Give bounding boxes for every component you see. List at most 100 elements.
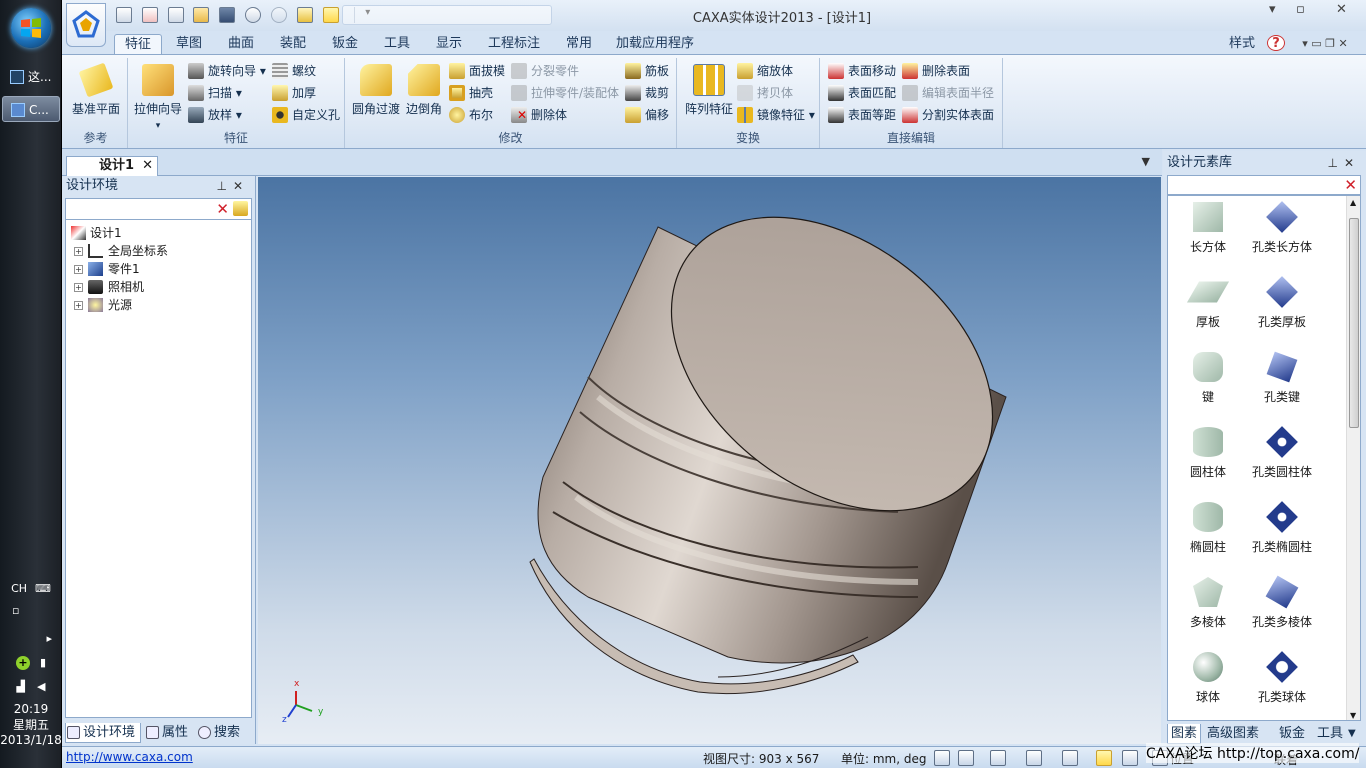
taskbar-item-explorer[interactable]: 这... bbox=[2, 64, 60, 90]
restore-icon[interactable]: ▫ bbox=[1296, 2, 1305, 17]
show-hidden-icons-button[interactable]: ▸ bbox=[0, 632, 62, 645]
array-feature-button[interactable]: 阵列特征 bbox=[681, 64, 737, 117]
tree-node-part[interactable]: + 零件1 bbox=[66, 260, 251, 278]
element-box-hole[interactable]: 孔类长方体 bbox=[1242, 201, 1322, 255]
element-plate[interactable]: 厚板 bbox=[1168, 277, 1248, 330]
tab-properties[interactable]: 属性 bbox=[145, 723, 188, 743]
tab-advanced-primitives[interactable]: 高级图素 bbox=[1207, 724, 1259, 744]
open-icon[interactable] bbox=[193, 7, 210, 23]
extrude-part-button[interactable]: 拉伸零件/装配体 bbox=[511, 84, 619, 102]
zoom-window-icon[interactable] bbox=[958, 750, 974, 766]
element-elliptic-cylinder[interactable]: 椭圆柱 bbox=[1168, 502, 1248, 555]
new-drawing-icon[interactable] bbox=[167, 7, 184, 23]
part-model[interactable] bbox=[258, 177, 1161, 744]
expand-icon[interactable]: + bbox=[74, 247, 83, 256]
render-mode-icon[interactable] bbox=[1096, 750, 1112, 766]
style-menu[interactable]: 样式 bbox=[1222, 34, 1262, 54]
scale-body-button[interactable]: 缩放体 bbox=[737, 62, 793, 80]
close-tab-icon[interactable]: ✕ bbox=[142, 157, 153, 175]
element-key-hole[interactable]: 孔类键 bbox=[1242, 351, 1322, 405]
offset-button[interactable]: 偏移 bbox=[625, 106, 669, 124]
element-plate-hole[interactable]: 孔类厚板 bbox=[1242, 276, 1322, 330]
match-face-button[interactable]: 表面匹配 bbox=[828, 84, 896, 102]
offset-face-button[interactable]: 表面等距 bbox=[828, 106, 896, 124]
scrollbar-thumb[interactable] bbox=[1349, 218, 1359, 428]
new-icon[interactable] bbox=[116, 7, 132, 23]
expand-icon[interactable]: + bbox=[74, 301, 83, 310]
element-sphere[interactable]: 球体 bbox=[1168, 652, 1248, 705]
boolean-button[interactable]: 布尔 bbox=[449, 106, 493, 124]
network-icon[interactable]: ▟ bbox=[17, 680, 25, 693]
tree-node-light[interactable]: + 光源 bbox=[66, 296, 251, 314]
element-cylinder-hole[interactable]: 孔类圆柱体 bbox=[1242, 426, 1322, 480]
rotate-icon[interactable] bbox=[990, 750, 1006, 766]
tab-design-env[interactable]: 设计环境 bbox=[65, 723, 141, 743]
fillet-button[interactable]: 圆角过渡 bbox=[351, 64, 401, 117]
redo-icon[interactable] bbox=[270, 7, 287, 23]
edit-face-radius-button[interactable]: 编辑表面半径 bbox=[902, 84, 994, 102]
copy-body-button[interactable]: 拷贝体 bbox=[737, 84, 793, 102]
library-filter-input[interactable]: ✕ bbox=[1167, 175, 1361, 195]
rib-button[interactable]: 筋板 bbox=[625, 62, 669, 80]
split-face-button[interactable]: 分割实体表面 bbox=[902, 106, 994, 124]
help-icon[interactable]: ? bbox=[1267, 35, 1285, 51]
save-icon[interactable] bbox=[219, 7, 236, 23]
tab-search[interactable]: 搜索 bbox=[197, 723, 240, 743]
tab-feature[interactable]: 特征 bbox=[114, 34, 162, 54]
element-cylinder[interactable]: 圆柱体 bbox=[1168, 427, 1248, 480]
tree-node-global-coords[interactable]: + 全局坐标系 bbox=[66, 242, 251, 260]
scroll-down-icon[interactable]: ▼ bbox=[1350, 711, 1356, 720]
scroll-up-icon[interactable]: ▲ bbox=[1350, 198, 1356, 207]
ime-options-icon[interactable]: ▫ bbox=[0, 604, 62, 617]
delete-body-button[interactable]: ✕ 删除体 bbox=[511, 106, 567, 124]
select-icon[interactable] bbox=[296, 7, 313, 23]
element-elliptic-hole[interactable]: 孔类椭圆柱 bbox=[1242, 501, 1322, 555]
camera-view-icon[interactable] bbox=[1062, 750, 1078, 766]
revolve-wizard-button[interactable]: 旋转向导 ▾ bbox=[188, 62, 266, 80]
document-tab[interactable]: 设计1 ✕ bbox=[66, 156, 158, 176]
document-switcher[interactable] bbox=[342, 5, 552, 25]
tab-list-dropdown-icon[interactable]: ▼ bbox=[1142, 155, 1150, 168]
clear-filter-icon[interactable]: ✕ bbox=[1344, 176, 1357, 194]
close-icon[interactable]: ✕ bbox=[1336, 2, 1347, 17]
expand-icon[interactable]: + bbox=[74, 265, 83, 274]
pin-icon[interactable]: ⊥ bbox=[1327, 156, 1343, 170]
library-scrollbar[interactable]: ▲ ▼ bbox=[1346, 196, 1360, 720]
element-box[interactable]: 长方体 bbox=[1168, 202, 1248, 255]
tab-sketch[interactable]: 草图 bbox=[168, 34, 210, 54]
chamfer-button[interactable]: 边倒角 bbox=[403, 64, 445, 117]
volume-icon[interactable]: ◀ bbox=[37, 680, 45, 693]
tree-node-camera[interactable]: + 照相机 bbox=[66, 278, 251, 296]
element-prism-hole[interactable]: 孔类多棱体 bbox=[1242, 575, 1322, 630]
tab-tools[interactable]: 工具 bbox=[376, 34, 418, 54]
draft-button[interactable]: 面拔模 bbox=[449, 62, 505, 80]
3d-viewport[interactable]: x y z bbox=[258, 177, 1161, 744]
thread-button[interactable]: 螺纹 bbox=[272, 62, 316, 80]
new-design-icon[interactable] bbox=[141, 7, 158, 23]
view-cube-icon[interactable] bbox=[1026, 750, 1042, 766]
tab-sheet-metal-lib[interactable]: 钣金 bbox=[1279, 724, 1305, 744]
tree-options-icon[interactable] bbox=[233, 201, 248, 216]
shading-icon[interactable] bbox=[1122, 750, 1138, 766]
tab-common[interactable]: 常用 bbox=[558, 34, 600, 54]
library-tabs-dropdown-icon[interactable]: ▼ bbox=[1348, 724, 1356, 744]
element-prism[interactable]: 多棱体 bbox=[1168, 577, 1248, 630]
mdi-controls[interactable]: ▾ ▭ ❐ ✕ bbox=[1290, 34, 1360, 54]
loft-button[interactable]: 放样 ▾ bbox=[188, 106, 242, 124]
taskbar-item-caxa[interactable]: C... bbox=[2, 96, 60, 122]
delete-face-button[interactable]: 删除表面 bbox=[902, 62, 970, 80]
tab-assembly[interactable]: 装配 bbox=[272, 34, 314, 54]
language-indicator[interactable]: CH ⌨ bbox=[0, 582, 62, 595]
start-button[interactable] bbox=[11, 8, 51, 48]
trim-button[interactable]: 裁剪 bbox=[625, 84, 669, 102]
minimize-icon[interactable]: ▾ bbox=[1269, 2, 1276, 17]
split-part-button[interactable]: 分裂零件 bbox=[511, 62, 579, 80]
close-panel-icon[interactable]: ✕ bbox=[1344, 156, 1360, 170]
tab-tools-lib[interactable]: 工具 bbox=[1317, 724, 1343, 744]
clear-filter-icon[interactable]: ✕ bbox=[216, 200, 229, 218]
thicken-button[interactable]: 加厚 bbox=[272, 84, 316, 102]
tree-filter-input[interactable]: ✕ bbox=[65, 198, 252, 220]
element-sphere-hole[interactable]: 孔类球体 bbox=[1242, 651, 1322, 705]
tab-primitives[interactable]: 图素 bbox=[1167, 724, 1202, 744]
tab-annotation[interactable]: 工程标注 bbox=[482, 34, 546, 54]
